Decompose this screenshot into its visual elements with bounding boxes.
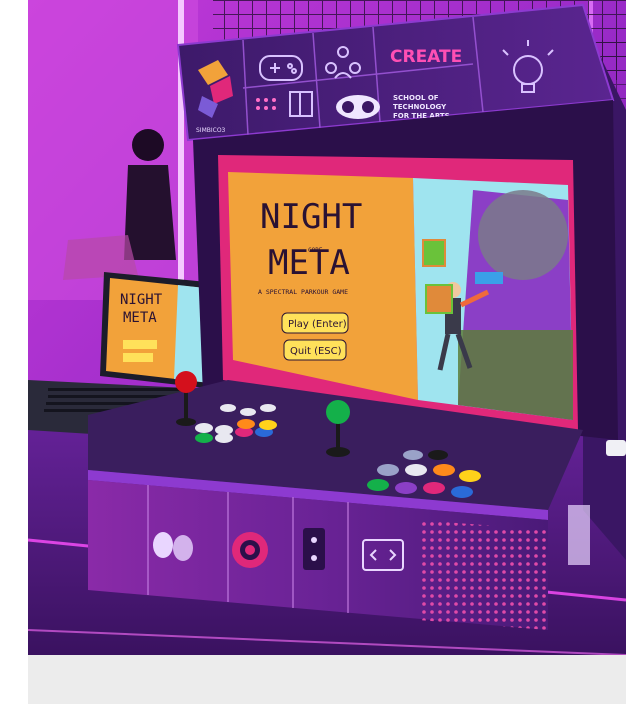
laptop-title-line2: META	[123, 310, 157, 326]
create-label: CREATE	[390, 47, 462, 67]
quit-button: Quit (ESC)	[283, 339, 347, 361]
play-button-label: Play (Enter)	[288, 319, 347, 330]
target-icon	[232, 532, 268, 568]
game-title-small: CORE	[308, 247, 323, 254]
play-button: Play (Enter)	[281, 312, 349, 334]
caption-area	[28, 655, 626, 704]
laptop-title-line1: NIGHT	[120, 292, 163, 308]
domino-icon	[303, 528, 325, 570]
game-title-line1: NIGHT	[260, 197, 362, 237]
school-line1: SCHOOL OF	[393, 94, 439, 102]
owl-logo-icon	[336, 95, 380, 119]
game-subtitle: A SPECTRAL PARKOUR GAME	[258, 288, 348, 296]
photo-illustration: NIGHT META SIMBICO3 CREATE SCHOOL OF TEC…	[28, 0, 626, 655]
school-line2: TECHNOLOGY	[393, 103, 447, 111]
small-device	[606, 440, 626, 456]
side-logo-icon	[568, 505, 590, 565]
arcade-photo: NIGHT META SIMBICO3 CREATE SCHOOL OF TEC…	[28, 0, 626, 655]
brand-label: SIMBICO3	[196, 127, 226, 134]
quit-button-label: Quit (ESC)	[290, 346, 342, 357]
